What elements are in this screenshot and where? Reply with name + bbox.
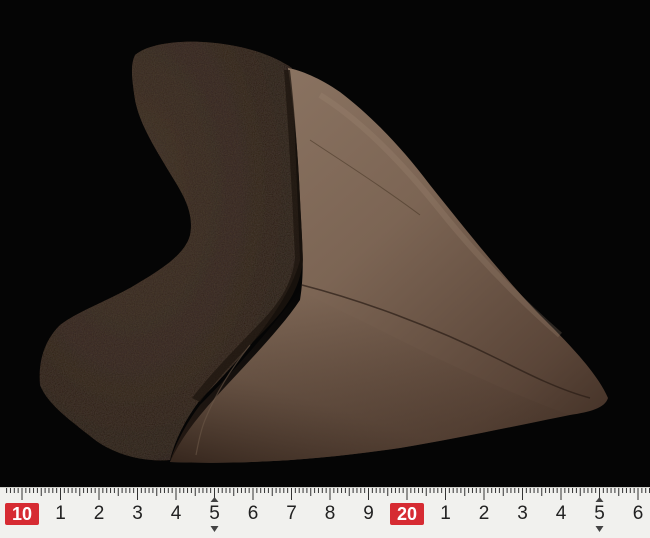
ruler-number: 8 bbox=[324, 503, 336, 524]
ruler-number: 6 bbox=[247, 503, 259, 524]
ruler-number: 4 bbox=[170, 503, 182, 524]
ruler-number: 4 bbox=[555, 503, 567, 524]
ruler-half-marker bbox=[595, 497, 604, 502]
fossil-tooth-photo bbox=[39, 41, 608, 463]
ruler-number: 7 bbox=[286, 503, 297, 524]
ruler-number: 5 bbox=[594, 503, 605, 524]
photo-stage bbox=[0, 0, 650, 537]
measuring-ruler: 10 1 2 3 4 5 6 7 8 9 20 1 2 3 4 5 6 bbox=[0, 487, 650, 538]
ruler-number: 10 bbox=[5, 503, 39, 525]
ruler-number: 20 bbox=[390, 503, 424, 525]
ruler-number: 3 bbox=[517, 503, 528, 524]
ruler-half-marker bbox=[210, 497, 219, 502]
ruler-number: 2 bbox=[478, 503, 490, 524]
ruler-half-marker bbox=[210, 526, 219, 532]
ruler-number: 3 bbox=[132, 503, 143, 524]
ruler-number: 2 bbox=[93, 503, 105, 524]
ruler-number: 5 bbox=[209, 503, 220, 524]
ruler-number: 1 bbox=[440, 503, 451, 524]
ruler-number: 1 bbox=[55, 503, 66, 524]
ruler-number: 9 bbox=[363, 503, 374, 524]
ruler-number: 6 bbox=[632, 503, 644, 524]
ruler-half-marker bbox=[595, 526, 604, 532]
